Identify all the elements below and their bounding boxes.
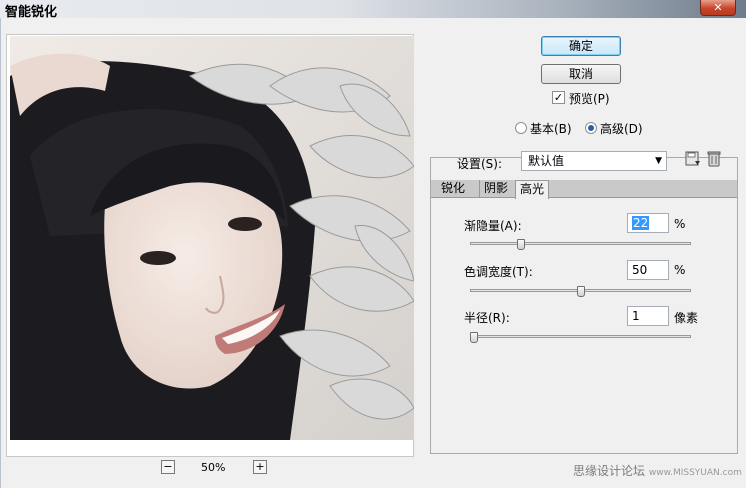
- fade-amount-slider-track[interactable]: [470, 242, 691, 245]
- trash-icon[interactable]: [707, 151, 721, 167]
- settings-dropdown[interactable]: 默认值 ▼: [521, 151, 667, 171]
- settings-label: 设置(S):: [457, 157, 503, 171]
- settings-dropdown-value: 默认值: [528, 154, 565, 168]
- fade-amount-slider-thumb[interactable]: [516, 239, 525, 250]
- radius-label: 半径(R):: [464, 311, 510, 325]
- advanced-mode-radio[interactable]: [585, 122, 597, 134]
- tonal-width-slider-thumb[interactable]: [576, 286, 585, 297]
- fade-amount-label: 渐隐量(A):: [464, 219, 522, 233]
- settings-panel: [430, 157, 738, 454]
- tab-strip: 锐化 阴影 高光: [431, 180, 737, 199]
- radius-slider-track[interactable]: [470, 335, 691, 338]
- tab-shadow[interactable]: 阴影: [479, 180, 512, 198]
- tonal-width-label: 色调宽度(T):: [464, 265, 533, 279]
- chevron-down-icon: ▼: [655, 156, 662, 166]
- watermark-url: www.MISSYUAN.com: [648, 468, 742, 478]
- preview-checkbox-label: 预览(P): [569, 92, 610, 106]
- advanced-mode-label: 高级(D): [600, 122, 643, 136]
- fade-amount-input[interactable]: 22: [627, 213, 669, 233]
- tab-sharpen[interactable]: 锐化: [437, 180, 469, 198]
- zoom-in-button[interactable]: +: [253, 460, 267, 474]
- fade-amount-unit: %: [674, 217, 686, 231]
- tab-highlight[interactable]: 高光: [515, 180, 550, 199]
- cancel-button[interactable]: 取消: [541, 64, 621, 84]
- preview-image[interactable]: [10, 36, 414, 440]
- zoom-out-button[interactable]: −: [161, 460, 175, 474]
- tonal-width-input[interactable]: 50: [627, 260, 669, 280]
- ok-button[interactable]: 确定: [541, 36, 621, 56]
- save-settings-icon[interactable]: [685, 151, 701, 167]
- close-button[interactable]: ✕: [700, 0, 736, 16]
- smart-sharpen-dialog: − 50% + 确定 取消 ✓ 预览(P) 基本(B) 高级(D) 设置(S):…: [0, 18, 746, 488]
- radius-unit: 像素: [674, 311, 699, 325]
- basic-mode-radio[interactable]: [515, 122, 527, 134]
- watermark-text: 思缘设计论坛: [573, 464, 646, 478]
- preview-checkbox[interactable]: ✓: [552, 91, 565, 104]
- radius-slider-thumb[interactable]: [470, 332, 478, 343]
- radius-input[interactable]: 1: [627, 306, 669, 326]
- basic-mode-label: 基本(B): [530, 122, 572, 136]
- tonal-width-unit: %: [674, 263, 686, 277]
- watermark: 思缘设计论坛 www.MISSYUAN.com: [573, 462, 742, 479]
- zoom-level: 50%: [201, 461, 226, 474]
- title-bar: 智能锐化 ✕: [0, 0, 746, 20]
